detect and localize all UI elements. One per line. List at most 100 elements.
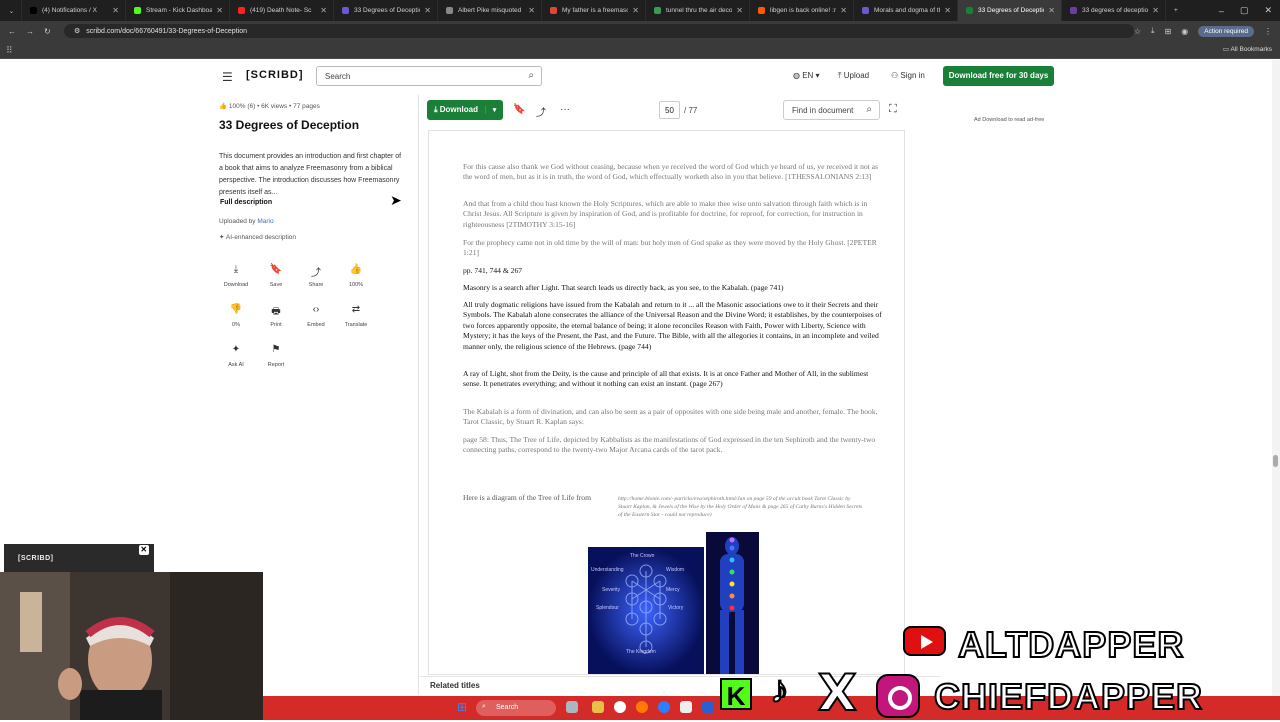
close-tab-icon[interactable]: ✕ xyxy=(1152,6,1159,15)
close-tab-icon[interactable]: ✕ xyxy=(736,6,743,15)
close-tab-icon[interactable]: ✕ xyxy=(1048,6,1055,15)
search-icon[interactable]: ⌕ xyxy=(528,70,534,81)
embed-action[interactable]: ‹› Embed xyxy=(296,304,336,328)
tab-label: libgen is back online! :r/ xyxy=(770,7,837,14)
file-explorer-icon[interactable] xyxy=(592,701,604,713)
bookmark-icon[interactable]: 🔖 xyxy=(513,104,525,115)
url-field[interactable]: ⚙ scribd.com/doc/66760491/33-Degrees-of-… xyxy=(64,24,1134,38)
close-tab-icon[interactable]: ✕ xyxy=(528,6,535,15)
all-bookmarks-button[interactable]: ▭ All Bookmarks xyxy=(1223,45,1272,53)
tree-label: Wisdom xyxy=(666,567,685,573)
firefox-icon[interactable] xyxy=(636,701,648,713)
sign-in-link[interactable]: ⚇ Sign in xyxy=(891,71,925,80)
tab-label: Morals and dogma of the xyxy=(874,7,941,14)
tab-favicon-icon xyxy=(446,7,453,14)
forward-icon[interactable]: → xyxy=(26,27,34,36)
new-tab-button[interactable]: + xyxy=(1166,0,1184,21)
browser-tab[interactable]: My father is a freemason ✕ xyxy=(542,0,646,21)
chrome-icon[interactable] xyxy=(614,701,626,713)
close-tab-icon[interactable]: ✕ xyxy=(632,6,639,15)
tree-label: The Kingdom xyxy=(626,649,656,655)
reload-icon[interactable]: ↻ xyxy=(44,27,51,36)
minimize-icon[interactable]: – xyxy=(1219,6,1224,16)
share-icon[interactable]: ⤴ xyxy=(536,104,546,119)
windows-start-icon[interactable]: ⊞ xyxy=(457,700,467,714)
browser-tab[interactable]: 33 Degrees of Deception ✕ xyxy=(334,0,438,21)
tab-favicon-icon xyxy=(966,7,973,14)
youtube-logo-icon xyxy=(903,626,946,656)
back-icon[interactable]: ← xyxy=(8,27,16,36)
close-window-icon[interactable]: ✕ xyxy=(1264,5,1272,16)
scrollbar-thumb[interactable] xyxy=(1273,455,1278,467)
full-description-link[interactable]: Full description xyxy=(220,199,272,206)
close-icon[interactable]: ✕ xyxy=(139,545,149,555)
language-selector[interactable]: ◍ EN ▾ xyxy=(793,71,820,80)
tab-label: (419) Death Note- Sc xyxy=(250,7,312,14)
browser-tab[interactable]: Albert Pike misquoted ✕ xyxy=(438,0,542,21)
menu-icon[interactable]: ⋮ xyxy=(1264,27,1272,36)
tab-list-button[interactable]: ⌄ xyxy=(0,0,22,21)
close-tab-icon[interactable]: ✕ xyxy=(944,6,951,15)
embed-icon: ‹› xyxy=(312,304,320,315)
uploader-link[interactable]: Mario xyxy=(257,218,273,225)
upload-link[interactable]: ⤒ Upload xyxy=(838,71,869,81)
close-tab-icon[interactable]: ✕ xyxy=(112,6,119,15)
doc-stats: 👍 100% (6) • 6K views • 77 pages xyxy=(219,103,320,110)
report-action[interactable]: ⚑ Report xyxy=(256,344,296,368)
browser-tab[interactable]: (419) Death Note- Sc ✕ xyxy=(230,0,334,21)
apps-icon[interactable]: ⠿ xyxy=(6,45,13,56)
ask-ai-action[interactable]: ✦ Ask AI xyxy=(216,344,256,368)
chevron-down-icon[interactable]: ▾ xyxy=(485,106,503,114)
page-paragraph: The Kabalah is a form of divination, and… xyxy=(463,407,878,427)
taskbar-app-icon[interactable] xyxy=(566,701,578,713)
vscode-icon[interactable] xyxy=(702,701,714,713)
action-required-button[interactable]: Action required xyxy=(1198,25,1254,37)
browser-tab[interactable]: 33 Degrees of Deception ✕ xyxy=(958,0,1062,21)
browser-tab[interactable]: Stream - Kick Dashboard ✕ xyxy=(126,0,230,21)
like-icon: 👍 xyxy=(349,264,363,275)
like-action[interactable]: 👍 100% xyxy=(336,264,376,288)
dislike-action[interactable]: 👎 0% xyxy=(216,304,256,328)
close-tab-icon[interactable]: ✕ xyxy=(424,6,431,15)
close-tab-icon[interactable]: ✕ xyxy=(320,6,327,15)
browser-tab[interactable]: Morals and dogma of the ✕ xyxy=(854,0,958,21)
fullscreen-icon[interactable]: ⛶ xyxy=(889,103,897,116)
hamburger-menu-icon[interactable]: ☰ xyxy=(222,70,233,84)
browser-tab[interactable]: (4) Notifications / X ✕ xyxy=(22,0,126,21)
site-info-icon[interactable]: ⚙ xyxy=(74,27,80,35)
profile-avatar[interactable]: ◉ xyxy=(1181,27,1188,36)
share-action[interactable]: ⤴ Share xyxy=(296,264,336,288)
print-action[interactable]: 🖶 Print xyxy=(256,304,296,328)
more-options-icon[interactable]: ··· xyxy=(560,104,570,115)
browser-tab[interactable]: 33 degrees of deception ✕ xyxy=(1062,0,1166,21)
extensions-icon[interactable]: ⊞ xyxy=(1165,27,1172,36)
download-action[interactable]: ⤓ Download xyxy=(216,264,256,288)
downloads-icon[interactable]: ⤓ xyxy=(1151,26,1155,36)
find-in-document-input[interactable]: Find in document ⌕ xyxy=(783,100,880,120)
scribd-logo[interactable]: [SCRIBD] xyxy=(246,69,304,81)
page-number-input[interactable]: 50 xyxy=(659,101,680,119)
viewer-download-button[interactable]: ⤓ Download ▾ xyxy=(427,100,503,120)
translate-action[interactable]: ⇄ Translate xyxy=(336,304,376,328)
edge-icon[interactable] xyxy=(658,701,670,713)
browser-tab[interactable]: libgen is back online! :r/✕ xyxy=(750,0,854,21)
instagram-logo-icon xyxy=(876,674,920,718)
document-page: For this cause also thank we God without… xyxy=(428,130,905,675)
browser-tab[interactable]: tunnel thru the air decodi ✕ xyxy=(646,0,750,21)
taskbar-search[interactable]: ⌕ Search xyxy=(476,700,556,716)
close-tab-icon[interactable]: ✕ xyxy=(216,6,223,15)
thumbs-up-icon: 👍 xyxy=(219,103,228,110)
save-action[interactable]: 🔖 Save xyxy=(256,264,296,288)
close-tab-icon[interactable]: ✕ xyxy=(840,6,847,15)
action-label: Ask AI xyxy=(228,362,244,368)
search-icon[interactable]: ⌕ xyxy=(866,104,872,115)
download-free-trial-button[interactable]: Download free for 30 days xyxy=(943,66,1054,86)
related-titles-bar[interactable]: Related titles xyxy=(420,676,940,694)
bookmark-star-icon[interactable]: ☆ xyxy=(1134,27,1141,36)
store-icon[interactable] xyxy=(680,701,692,713)
action-label: Save xyxy=(269,282,283,288)
maximize-icon[interactable]: ▢ xyxy=(1240,5,1249,16)
print-icon: 🖶 xyxy=(271,306,281,317)
site-search-input[interactable]: Search ⌕ xyxy=(316,66,542,86)
page-scrollbar[interactable] xyxy=(1272,60,1280,696)
